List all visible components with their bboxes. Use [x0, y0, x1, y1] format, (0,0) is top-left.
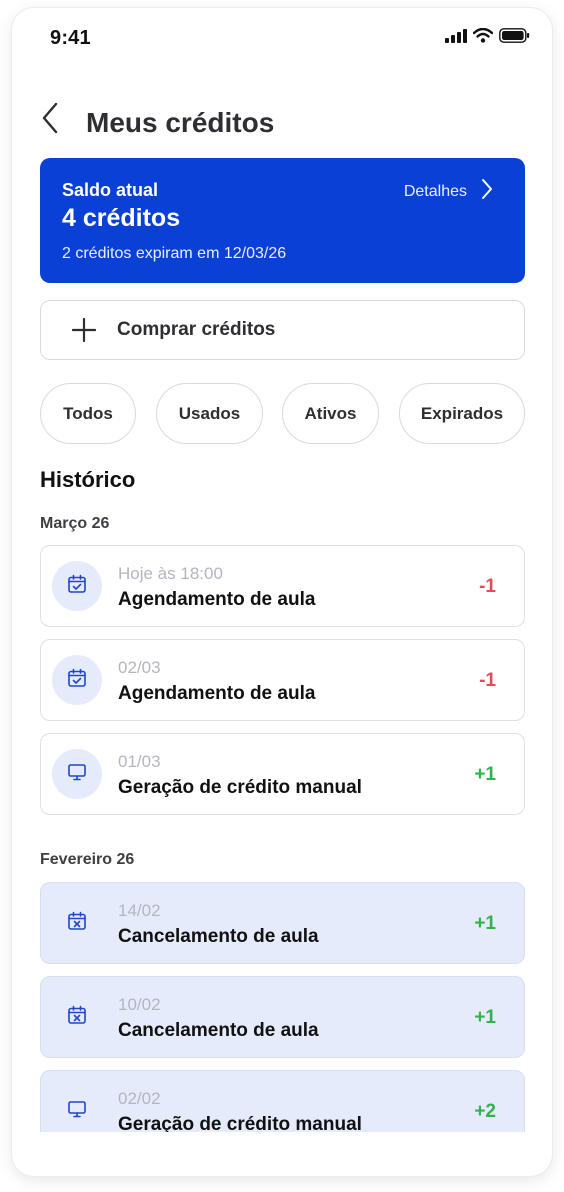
balance-value: 4 créditos: [62, 204, 181, 232]
tx-icon-wrap: [52, 749, 102, 799]
balance-expire-note: 2 créditos expiram em 12/03/26: [62, 245, 287, 262]
status-bar: 9:41: [12, 8, 552, 68]
battery-icon: [499, 28, 530, 43]
calendar-check-icon: [67, 574, 87, 599]
history-title: Histórico: [40, 467, 136, 492]
buy-credits-label: Comprar créditos: [117, 319, 276, 340]
buy-credits-button[interactable]: Comprar créditos: [40, 300, 525, 360]
group-label-february: Fevereiro 26: [40, 851, 135, 868]
tx-description: Geração de crédito manual: [118, 1114, 362, 1132]
tx-date: 02/03: [118, 658, 161, 677]
plus-icon: [71, 317, 97, 343]
tx-date: 14/02: [118, 901, 161, 920]
tx-amount: +1: [474, 764, 496, 785]
tx-amount: +1: [474, 1007, 496, 1028]
filter-chips: Todos Usados Ativos Expirados: [40, 383, 530, 445]
wifi-icon: [473, 28, 493, 43]
transaction-row[interactable]: Hoje às 18:00 Agendamento de aula -1: [40, 545, 525, 627]
phone-frame: 9:41 Meus créditos Saldo atual 4 crédito…: [12, 8, 552, 1176]
transaction-row[interactable]: 02/03 Agendamento de aula -1: [40, 639, 525, 721]
calendar-x-icon: [67, 911, 87, 936]
page-title: Meus créditos: [86, 107, 275, 138]
balance-card: Saldo atual 4 créditos 2 créditos expira…: [40, 158, 525, 283]
status-icons: [445, 28, 530, 43]
cellular-signal-icon: [445, 28, 467, 43]
status-time: 9:41: [50, 27, 91, 49]
tx-amount: +2: [474, 1101, 496, 1122]
tx-description: Agendamento de aula: [118, 589, 316, 610]
filter-chip-ativos[interactable]: Ativos: [282, 383, 379, 444]
tx-amount: +1: [474, 913, 496, 934]
tx-icon-wrap: [52, 561, 102, 611]
tx-date: 02/02: [118, 1089, 161, 1108]
details-link[interactable]: Detalhes: [404, 178, 493, 205]
tx-description: Agendamento de aula: [118, 683, 316, 704]
tx-description: Cancelamento de aula: [118, 1020, 319, 1041]
calendar-check-icon: [67, 668, 87, 693]
back-button[interactable]: [32, 100, 68, 140]
scroll-area[interactable]: 9:41 Meus créditos Saldo atual 4 crédito…: [12, 8, 552, 1132]
tx-amount: -1: [479, 576, 496, 597]
filter-chip-todos[interactable]: Todos: [40, 383, 136, 444]
chevron-left-icon: [41, 102, 59, 139]
filter-chip-expirados[interactable]: Expirados: [399, 383, 525, 444]
monitor-icon: [67, 762, 87, 787]
tx-date: Hoje às 18:00: [118, 564, 223, 583]
transaction-row[interactable]: 01/03 Geração de crédito manual +1: [40, 733, 525, 815]
tx-amount: -1: [479, 670, 496, 691]
tx-icon-wrap: [52, 992, 102, 1042]
transaction-row[interactable]: 02/02 Geração de crédito manual +2: [40, 1070, 525, 1132]
tx-description: Cancelamento de aula: [118, 926, 319, 947]
tx-icon-wrap: [52, 898, 102, 948]
tx-description: Geração de crédito manual: [118, 777, 362, 798]
calendar-x-icon: [67, 1005, 87, 1030]
header: Meus créditos: [12, 96, 552, 152]
transaction-row[interactable]: 10/02 Cancelamento de aula +1: [40, 976, 525, 1058]
filter-chip-usados[interactable]: Usados: [156, 383, 263, 444]
tx-date: 01/03: [118, 752, 161, 771]
tx-icon-wrap: [52, 1086, 102, 1132]
details-label: Detalhes: [403, 182, 467, 200]
tx-date: 10/02: [118, 995, 161, 1014]
chevron-right-icon: [481, 178, 493, 205]
monitor-icon: [67, 1099, 87, 1124]
transaction-row[interactable]: 14/02 Cancelamento de aula +1: [40, 882, 525, 964]
group-label-march: Março 26: [40, 515, 110, 532]
tx-icon-wrap: [52, 655, 102, 705]
balance-label: Saldo atual: [62, 180, 159, 200]
